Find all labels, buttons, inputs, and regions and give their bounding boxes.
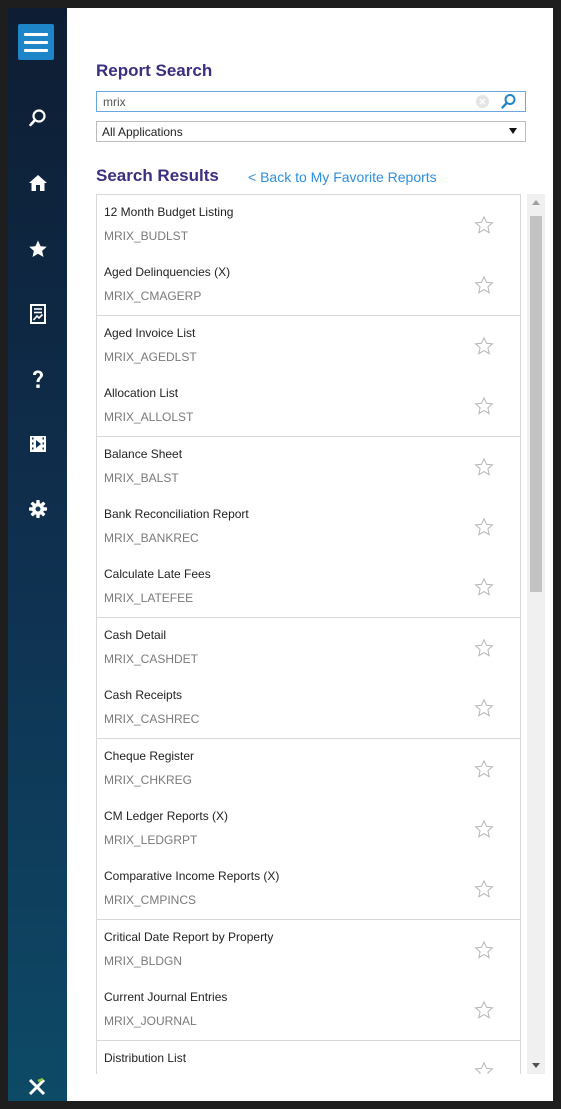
report-row[interactable]: Comparative Income Reports (X) MRIX_CMPIN… bbox=[96, 859, 521, 921]
report-code: MRIX_CMPINCS bbox=[104, 893, 197, 908]
report-code: MRIX_CASHDET bbox=[104, 651, 199, 666]
report-row[interactable]: Current Journal Entries MRIX_JOURNAL bbox=[96, 980, 521, 1042]
report-row[interactable]: Aged Delinquencies (X) MRIX_CMAGERP bbox=[96, 255, 521, 317]
report-row[interactable]: Bank Reconciliation Report MRIX_BANKREC bbox=[96, 497, 521, 558]
favorite-star-icon[interactable] bbox=[474, 336, 494, 356]
report-code: MRIX_AGEDLST bbox=[104, 349, 197, 364]
favorite-star-icon[interactable] bbox=[474, 940, 494, 960]
report-name: CM Ledger Reports (X) bbox=[104, 809, 229, 823]
star-icon[interactable] bbox=[8, 234, 67, 264]
report-row[interactable]: Cheque Register MRIX_CHKREG bbox=[96, 738, 521, 800]
scroll-down-arrow-icon[interactable] bbox=[532, 1063, 540, 1068]
sidebar bbox=[8, 8, 67, 1101]
report-code: MRIX_CMAGERP bbox=[104, 289, 202, 304]
report-row[interactable]: Cash Receipts MRIX_CASHREC bbox=[96, 678, 521, 740]
report-code: MRIX_LEDGRPT bbox=[104, 833, 198, 847]
report-code: MRIX_CASHREC bbox=[104, 712, 200, 727]
report-row[interactable]: Allocation List MRIX_ALLOLST bbox=[96, 376, 521, 438]
report-name: Aged Invoice List bbox=[104, 325, 196, 340]
scroll-thumb[interactable] bbox=[530, 216, 542, 592]
report-row[interactable]: Calculate Late Fees MRIX_LATEFEE bbox=[96, 557, 521, 619]
favorite-star-icon[interactable] bbox=[474, 1061, 494, 1074]
favorite-star-icon[interactable] bbox=[474, 215, 494, 235]
application-select-value: All Applications bbox=[102, 125, 183, 139]
favorite-star-icon[interactable] bbox=[474, 698, 494, 718]
scrollbar[interactable] bbox=[527, 194, 545, 1074]
search-box[interactable] bbox=[96, 91, 526, 112]
report-row[interactable]: Cash Detail MRIX_CASHDET bbox=[96, 617, 521, 679]
favorite-star-icon[interactable] bbox=[474, 759, 494, 779]
clear-icon[interactable] bbox=[476, 95, 489, 108]
report-name: Aged Delinquencies (X) bbox=[104, 265, 231, 280]
report-name: Cash Receipts bbox=[104, 688, 183, 703]
report-name: Bank Reconciliation Report bbox=[104, 507, 249, 521]
search-icon[interactable] bbox=[499, 93, 517, 110]
favorite-star-icon[interactable] bbox=[474, 517, 494, 537]
dropdown-arrow-icon bbox=[509, 128, 517, 134]
report-icon[interactable] bbox=[8, 299, 67, 329]
report-name: Current Journal Entries bbox=[104, 990, 228, 1005]
back-to-favorites-link[interactable]: < Back to My Favorite Reports bbox=[248, 169, 437, 185]
report-name: Cash Detail bbox=[104, 627, 167, 642]
report-row[interactable]: Distribution List bbox=[96, 1040, 521, 1074]
main-panel: Report Search All Applications Search Re… bbox=[67, 8, 553, 1101]
home-icon[interactable] bbox=[8, 168, 67, 198]
report-name: Calculate Late Fees bbox=[104, 567, 211, 582]
report-name: Distribution List bbox=[104, 1050, 187, 1065]
report-row[interactable]: Aged Invoice List MRIX_AGEDLST bbox=[96, 315, 521, 377]
favorite-star-icon[interactable] bbox=[474, 577, 494, 597]
report-code: MRIX_BLDGN bbox=[104, 953, 183, 968]
favorite-star-icon[interactable] bbox=[474, 638, 494, 658]
favorite-star-icon[interactable] bbox=[474, 1000, 494, 1020]
report-code: MRIX_LATEFEE bbox=[104, 591, 194, 606]
gear-icon[interactable] bbox=[8, 494, 67, 524]
report-name: 12 Month Budget Listing bbox=[104, 205, 234, 219]
favorite-star-icon[interactable] bbox=[474, 879, 494, 899]
report-name: Comparative Income Reports (X) bbox=[104, 869, 280, 884]
report-code: MRIX_BUDLST bbox=[104, 229, 189, 243]
report-row[interactable]: CM Ledger Reports (X) MRIX_LEDGRPT bbox=[96, 799, 521, 860]
report-row[interactable]: Critical Date Report by Property MRIX_BLD… bbox=[96, 919, 521, 981]
film-icon[interactable] bbox=[8, 429, 67, 459]
favorite-star-icon[interactable] bbox=[474, 457, 494, 477]
results-list: 12 Month Budget Listing MRIX_BUDLST Aged D… bbox=[96, 194, 521, 1074]
report-code: MRIX_BANKREC bbox=[104, 531, 199, 545]
report-code: MRIX_CHKREG bbox=[104, 772, 193, 787]
report-row[interactable]: 12 Month Budget Listing MRIX_BUDLST bbox=[96, 195, 521, 256]
report-code: MRIX_ALLOLST bbox=[104, 410, 194, 425]
report-name: Allocation List bbox=[104, 386, 179, 401]
report-search-title: Report Search bbox=[96, 61, 213, 80]
application-select[interactable]: All Applications bbox=[96, 121, 526, 142]
report-code: MRIX_BALST bbox=[104, 470, 179, 485]
search-icon[interactable] bbox=[8, 103, 67, 133]
favorite-star-icon[interactable] bbox=[474, 819, 494, 839]
mri-x-logo bbox=[27, 1077, 47, 1097]
report-code: MRIX_JOURNAL bbox=[104, 1014, 197, 1029]
report-name: Critical Date Report by Property bbox=[104, 929, 274, 944]
search-results-title: Search Results bbox=[96, 166, 219, 185]
favorite-star-icon[interactable] bbox=[474, 396, 494, 416]
search-input[interactable] bbox=[103, 92, 463, 111]
report-name: Balance Sheet bbox=[104, 446, 183, 461]
help-icon[interactable] bbox=[8, 365, 67, 395]
favorite-star-icon[interactable] bbox=[474, 275, 494, 295]
report-row[interactable]: Balance Sheet MRIX_BALST bbox=[96, 436, 521, 498]
menu-icon[interactable] bbox=[18, 24, 54, 60]
scroll-up-arrow-icon[interactable] bbox=[532, 200, 540, 205]
app-window: Report Search All Applications Search Re… bbox=[8, 8, 553, 1101]
report-name: Cheque Register bbox=[104, 748, 195, 763]
